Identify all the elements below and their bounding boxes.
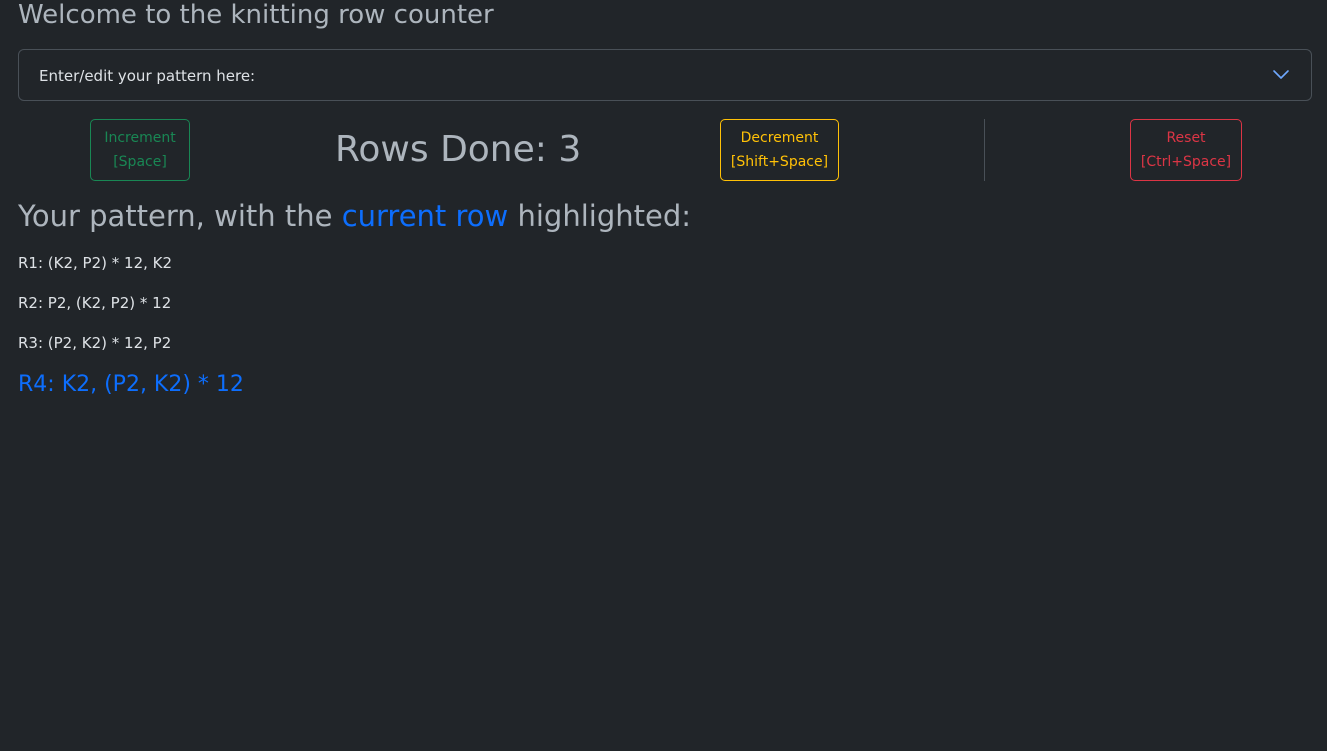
pattern-heading: Your pattern, with the current row highl… — [18, 195, 691, 237]
page-title: Welcome to the knitting row counter — [18, 0, 494, 30]
reset-button[interactable]: Reset [Ctrl+Space] — [1130, 119, 1242, 181]
pattern-row-3: R3: (P2, K2) * 12, P2 — [18, 334, 172, 352]
pattern-editor-label: Enter/edit your pattern here: — [39, 67, 256, 85]
increment-button-label: Increment — [104, 130, 176, 146]
reset-button-label: Reset — [1166, 130, 1206, 146]
pattern-row-current: R4: K2, (P2, K2) * 12 — [18, 372, 244, 397]
increment-button[interactable]: Increment [Space] — [90, 119, 190, 181]
pattern-heading-suffix: highlighted: — [508, 199, 692, 233]
vertical-divider — [984, 119, 985, 181]
page: Welcome to the knitting row counter Ente… — [0, 0, 1327, 751]
pattern-heading-highlight: current row — [341, 199, 509, 233]
pattern-row-2: R2: P2, (K2, P2) * 12 — [18, 294, 172, 312]
pattern-editor-toggle[interactable]: Enter/edit your pattern here: — [18, 49, 1312, 101]
decrement-button[interactable]: Decrement [Shift+Space] — [720, 119, 839, 181]
decrement-shortcut: [Shift+Space] — [730, 154, 829, 170]
increment-shortcut: [Space] — [113, 154, 167, 170]
rows-done-counter: Rows Done: 3 — [335, 129, 582, 170]
reset-shortcut: [Ctrl+Space] — [1140, 154, 1232, 170]
pattern-row-1: R1: (K2, P2) * 12, K2 — [18, 254, 173, 272]
decrement-button-label: Decrement — [740, 130, 819, 146]
chevron-down-icon — [1271, 65, 1291, 85]
pattern-heading-prefix: Your pattern, with the — [18, 199, 342, 233]
